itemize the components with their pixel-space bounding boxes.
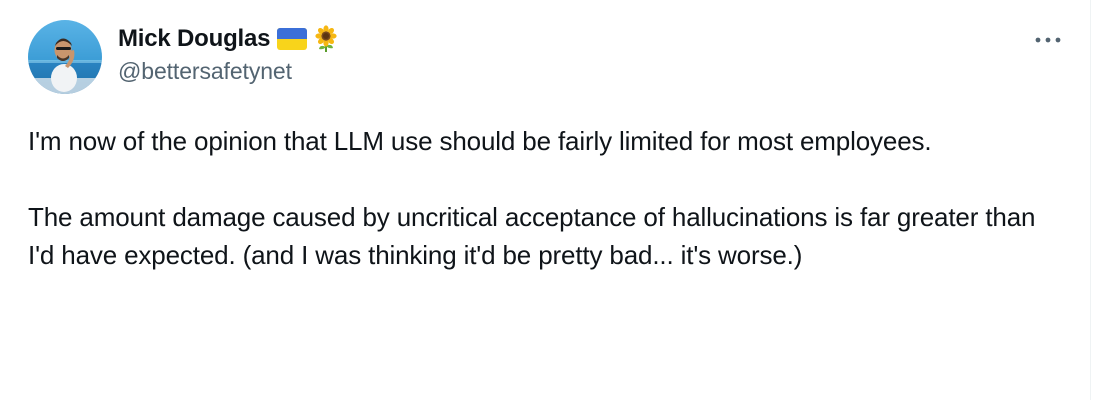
divider [1090, 0, 1091, 400]
more-horizontal-icon [1035, 37, 1061, 43]
user-handle[interactable]: @bettersafetynet [118, 58, 340, 85]
tweet-paragraph: I'm now of the opinion that LLM use shou… [28, 126, 932, 156]
tweet-header: Mick Douglas @bettersafetynet [28, 20, 1068, 96]
avatar[interactable] [28, 20, 102, 94]
sunflower-icon [312, 25, 340, 53]
user-info: Mick Douglas @bettersafetynet [118, 24, 340, 85]
ukraine-flag-icon [277, 28, 308, 50]
tweet-paragraph: The amount damage caused by uncritical a… [28, 202, 1036, 270]
tweet-text: I'm now of the opinion that LLM use shou… [28, 122, 1068, 274]
more-options-button[interactable] [1028, 28, 1068, 52]
display-name[interactable]: Mick Douglas [118, 25, 271, 53]
tweet-card[interactable]: Mick Douglas @bettersafetynet I'm now of… [0, 0, 1088, 400]
display-name-row: Mick Douglas [118, 24, 340, 54]
